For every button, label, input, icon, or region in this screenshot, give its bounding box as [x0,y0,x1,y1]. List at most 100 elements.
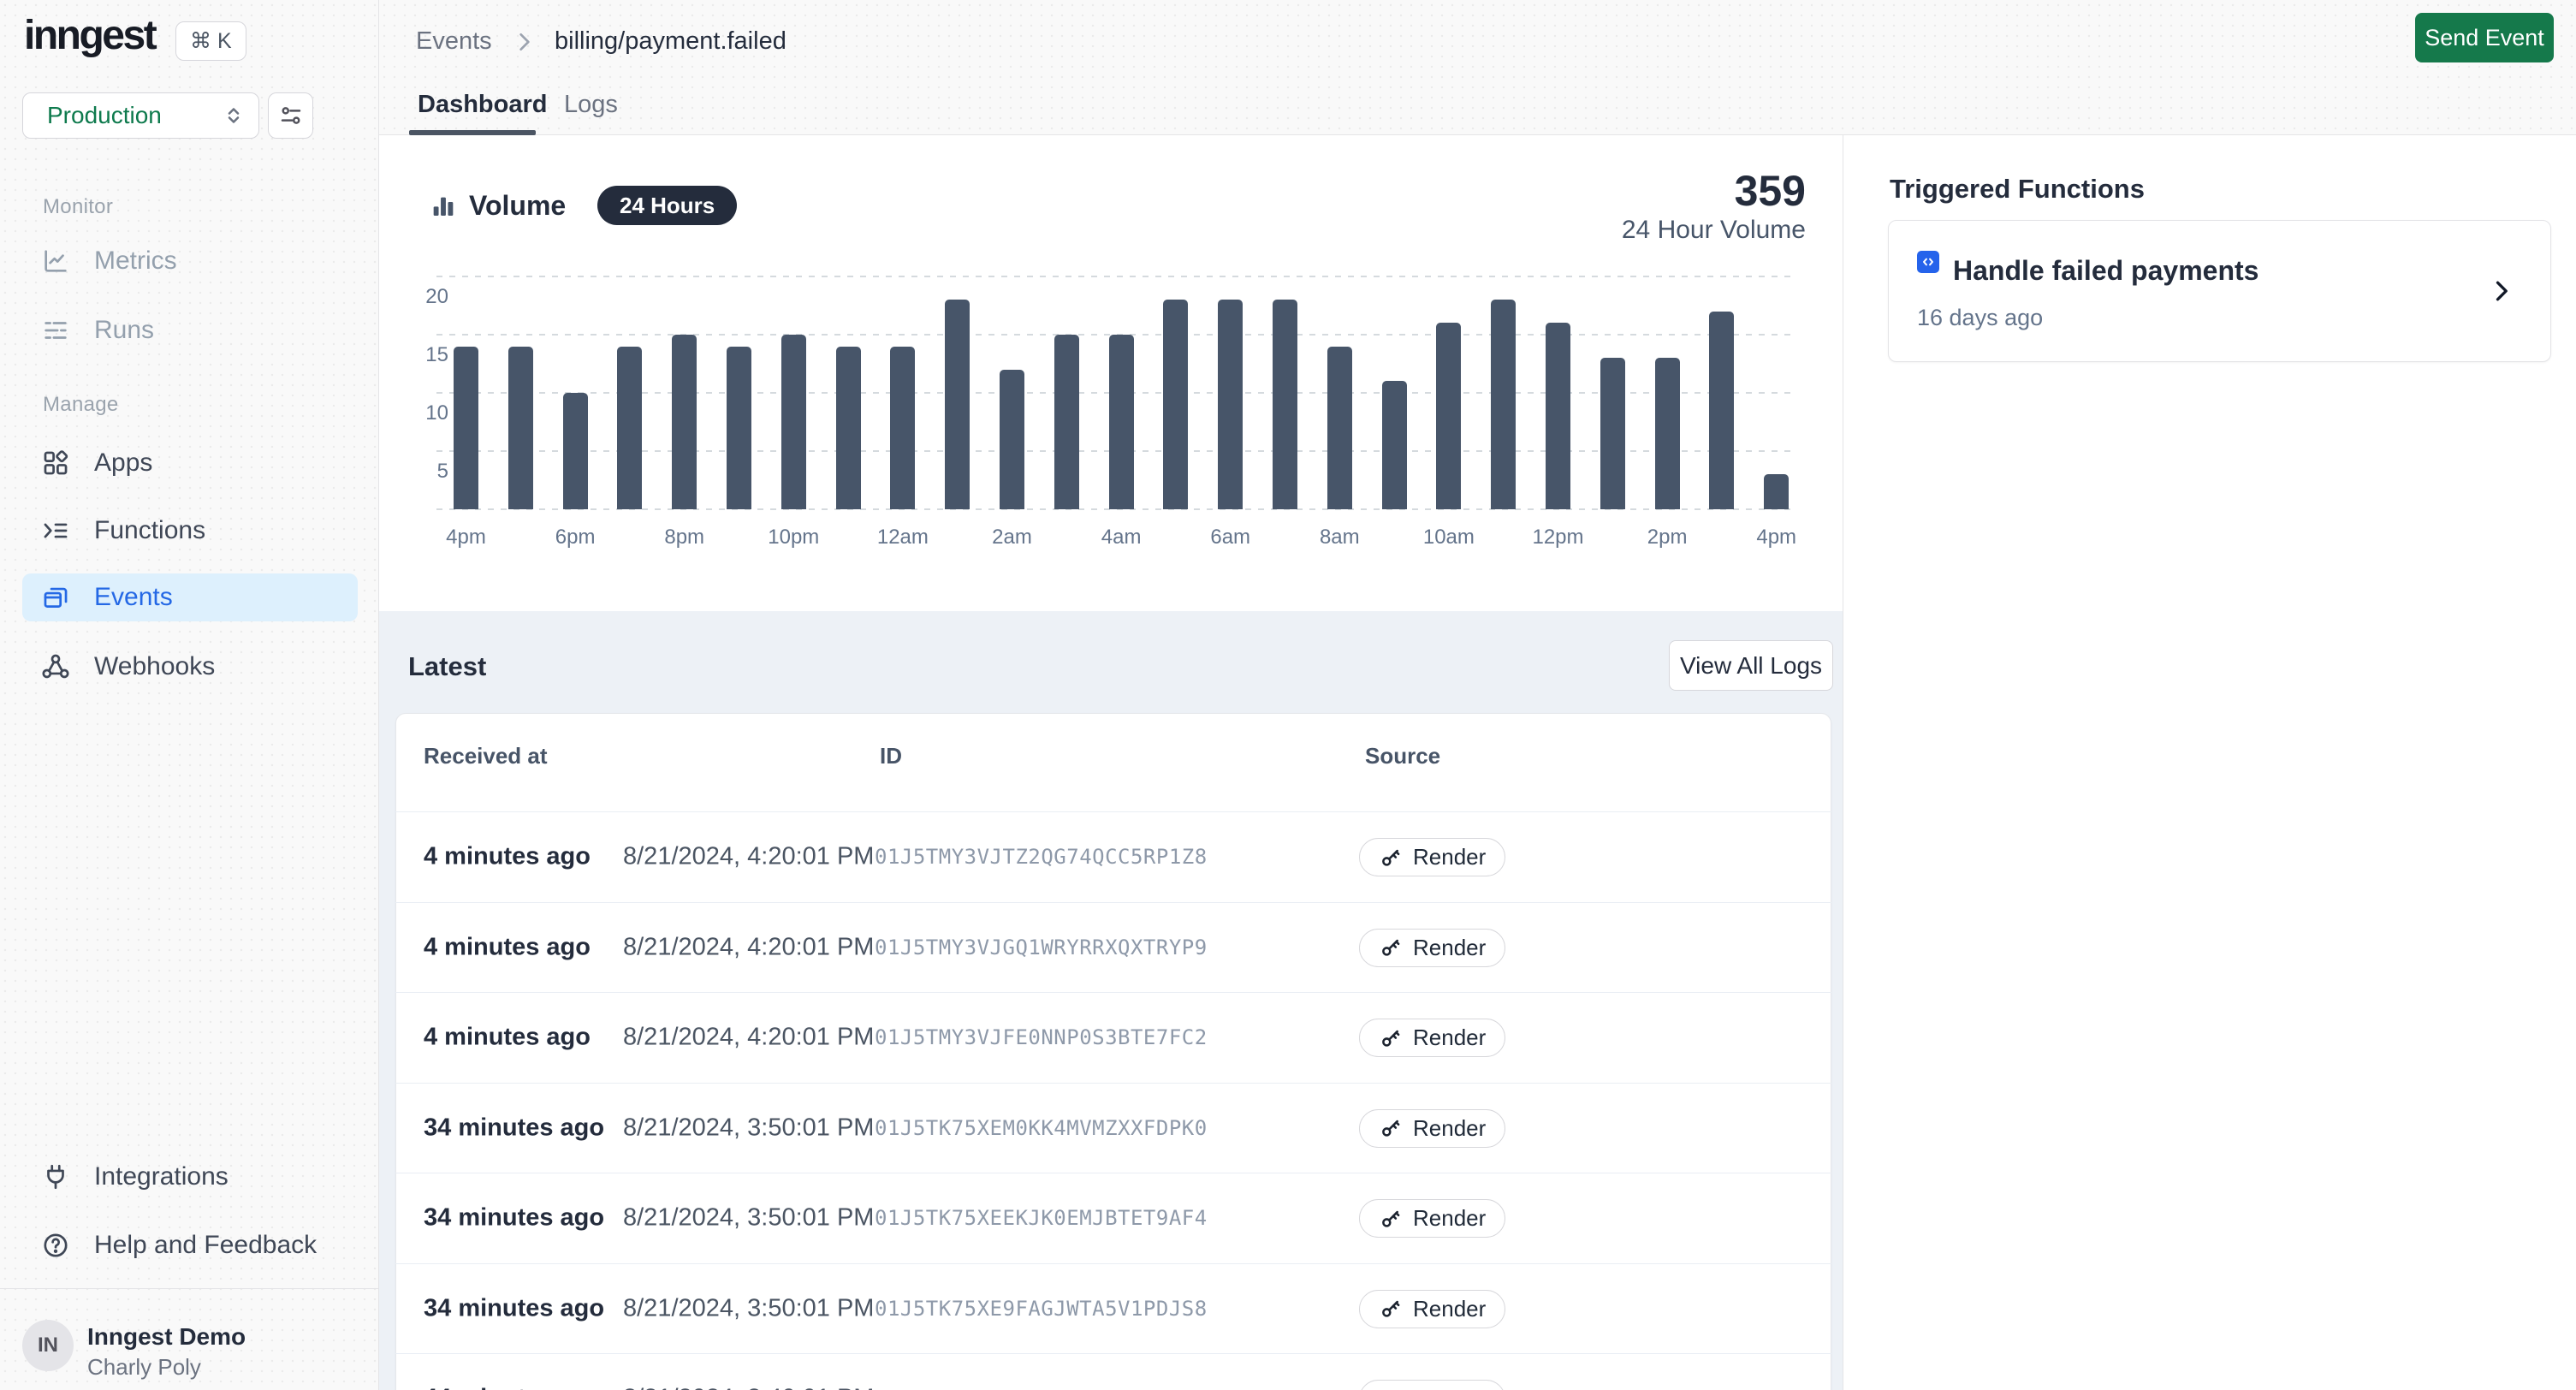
table-row[interactable]: 4 minutes ago8/21/2024, 4:20:01 PM01J5TM… [395,902,1831,993]
runs-list-icon [41,316,70,345]
key-icon [1379,846,1403,870]
received-relative-time: 34 minutes ago [424,1294,604,1322]
sidebar-item-integrations[interactable]: Integrations [22,1153,358,1201]
latest-title: Latest [408,651,486,682]
view-all-logs-button[interactable]: View All Logs [1669,640,1833,691]
source-badge-label: Render [1413,1296,1486,1322]
sidebar-item-apps[interactable]: Apps [22,439,358,487]
received-timestamp: 8/21/2024, 3:50:01 PM [623,1204,874,1233]
plug-icon [41,1162,70,1191]
y-axis-tick-label: 5 [397,460,448,484]
volume-bar [890,347,915,509]
source-badge[interactable]: Render [1359,838,1505,876]
y-axis-tick-label: 10 [397,401,448,425]
key-icon [1379,1207,1403,1231]
received-timestamp: 8/21/2024, 3:50:01 PM [623,1294,874,1322]
sidebar-item-label: Runs [94,316,154,345]
table-row[interactable]: 34 minutes ago8/21/2024, 3:50:01 PM01J5T… [395,1263,1831,1354]
table-row[interactable]: 4 minutes ago8/21/2024, 4:20:01 PM01J5TM… [395,811,1831,902]
source-badge[interactable]: Render [1359,929,1505,967]
x-axis-tick-label: 8am [1288,526,1391,549]
volume-bar [1273,300,1297,509]
sidebar-section-monitor: Monitor [43,195,113,219]
table-row[interactable]: 4 minutes ago8/21/2024, 4:20:01 PM01J5TM… [395,992,1831,1083]
active-tab-indicator [409,130,536,135]
source-badge-label: Render [1413,935,1486,961]
breadcrumb-events[interactable]: Events [416,27,492,56]
sidebar-section-manage: Manage [43,393,119,417]
received-timestamp: 8/21/2024, 3:50:01 PM [623,1114,874,1142]
tab-logs[interactable]: Logs [564,91,618,119]
volume-bar [454,347,478,509]
volume-bar [672,335,697,509]
environment-settings-button[interactable] [268,92,313,139]
sidebar-item-label: Help and Feedback [94,1231,317,1260]
x-axis-tick-label: 12pm [1507,526,1610,549]
help-circle-icon [41,1231,70,1260]
volume-bar [1709,312,1734,509]
received-timestamp: 8/21/2024, 4:20:01 PM [623,933,874,961]
sidebar-item-label: Functions [94,516,205,545]
triggered-function-card[interactable] [1888,220,2551,362]
volume-bar [1764,474,1789,509]
key-icon [1379,1116,1403,1140]
tab-dashboard[interactable]: Dashboard [418,91,547,119]
events-windows-icon [41,583,70,612]
sidebar-item-metrics[interactable]: Metrics [22,237,358,285]
user-name: Charly Poly [87,1354,201,1381]
volume-bar [1382,381,1407,509]
volume-bar [617,347,642,509]
source-badge[interactable]: Render [1359,1199,1505,1238]
key-icon [1379,1297,1403,1321]
app-window: inngest ⌘ K Production Monitor Metrics [0,0,2576,1390]
volume-bar [1163,300,1188,509]
user-org-name: Inngest Demo [87,1323,246,1351]
avatar[interactable]: IN [22,1320,74,1371]
table-row[interactable]: 34 minutes ago8/21/2024, 3:50:01 PM01J5T… [395,1083,1831,1173]
source-badge[interactable]: Render [1359,1380,1505,1390]
function-last-triggered: 16 days ago [1917,305,2043,331]
source-badge[interactable]: Render [1359,1109,1505,1148]
inngest-logo[interactable]: inngest [24,12,155,59]
received-relative-time: 4 minutes ago [424,843,591,871]
x-axis-tick-label: 12am [852,526,954,549]
line-chart-icon [41,247,70,276]
triggered-functions-title: Triggered Functions [1890,174,2145,205]
source-badge-label: Render [1413,1115,1486,1142]
volume-bar [1054,335,1079,509]
column-header-source: Source [1365,743,1440,769]
function-name[interactable]: Handle failed payments [1953,255,2258,287]
webhook-icon [41,652,70,681]
sidebar-item-runs[interactable]: Runs [22,306,358,354]
volume-bar [836,347,861,509]
environment-select[interactable]: Production [22,92,259,139]
events-table-body: 4 minutes ago8/21/2024, 4:20:01 PM01J5TM… [395,811,1831,1390]
volume-bar [1000,370,1024,509]
source-badge[interactable]: Render [1359,1290,1505,1328]
command-k-shortcut[interactable]: ⌘ K [175,21,246,61]
volume-title: Volume [469,190,566,222]
send-event-button[interactable]: Send Event [2415,13,2554,62]
received-timestamp: 8/21/2024, 3:40:01 PM [623,1385,874,1390]
x-axis-tick-label: 2am [961,526,1064,549]
sidebar-item-label: Apps [94,448,152,478]
source-badge[interactable]: Render [1359,1019,1505,1057]
volume-bar [1327,347,1352,509]
volume-bar [1491,300,1516,509]
sidebar-item-events[interactable]: Events [22,573,358,621]
x-axis-tick-label: 10pm [742,526,845,549]
volume-bar [1546,323,1570,509]
received-timestamp: 8/21/2024, 4:20:01 PM [623,843,874,871]
event-id: 01J5TK75XEEKJK0EMJBTET9AF4 [875,1206,1208,1230]
received-relative-time: 34 minutes ago [424,1114,604,1142]
key-icon [1379,1026,1403,1050]
x-axis-tick-label: 6pm [524,526,626,549]
table-row[interactable]: 34 minutes ago 8/21/2024, 3:50:01 PM01J5T… [395,1173,1831,1263]
sidebar-item-help[interactable]: Help and Feedback [22,1221,358,1269]
received-relative-time: 34 minutes ago [424,1204,604,1233]
table-row[interactable]: 44 minutes ago8/21/2024, 3:40:01 PM01J5T… [395,1353,1831,1390]
sidebar-item-functions[interactable]: Functions [22,507,358,555]
sidebar-item-webhooks[interactable]: Webhooks [22,643,358,691]
sidebar-item-label: Metrics [94,247,177,276]
chevron-right-icon [510,28,537,56]
